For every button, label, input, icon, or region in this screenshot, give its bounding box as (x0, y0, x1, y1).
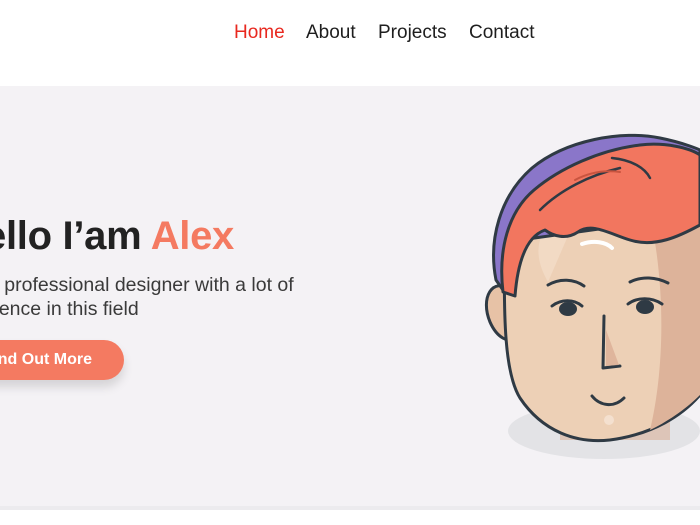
avatar-face-icon (484, 133, 700, 459)
hero-description-line-2: rience in this field (0, 298, 139, 320)
find-out-more-button[interactable]: nd Out More (0, 340, 124, 380)
hero-title: ello I’am Alex (0, 212, 234, 260)
avatar-illustration (470, 130, 700, 470)
page: Home About Projects Contact ello I’am Al… (0, 0, 700, 525)
hero-section: ello I’am Alex a professional designer w… (0, 86, 700, 506)
top-navigation: Home About Projects Contact (0, 0, 700, 86)
nav-link-projects[interactable]: Projects (378, 22, 447, 44)
section-divider (0, 506, 700, 510)
hero-description: a professional designer with a lot of ri… (0, 273, 328, 321)
nav-link-home[interactable]: Home (234, 22, 285, 44)
hero-title-name: Alex (150, 214, 235, 258)
hero-description-line-1: a professional designer with a lot of (0, 274, 294, 296)
hero-title-greeting: ello I’am (0, 214, 151, 258)
nav-link-contact[interactable]: Contact (469, 22, 534, 44)
nav-link-about[interactable]: About (306, 22, 356, 44)
